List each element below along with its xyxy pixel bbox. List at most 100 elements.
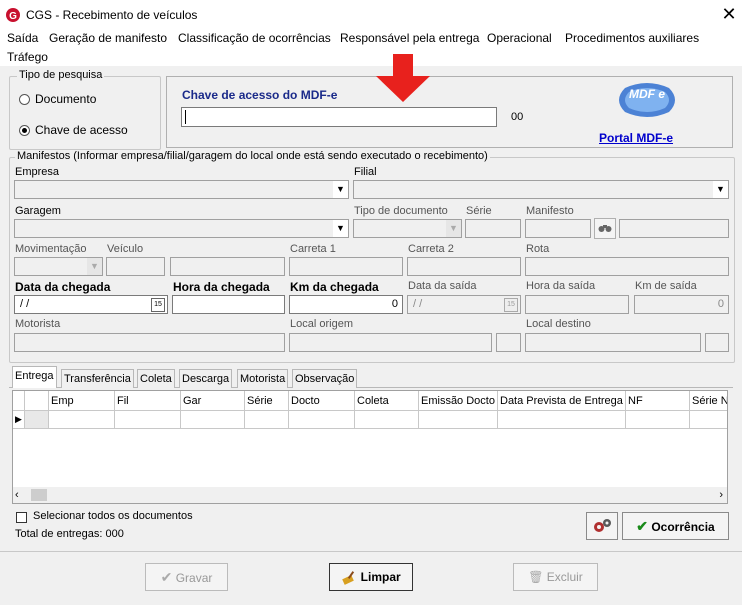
menu-saida[interactable]: Saída — [7, 31, 38, 45]
scroll-left-icon[interactable]: ‹ — [15, 487, 19, 503]
local-destino-label: Local destino — [526, 318, 591, 330]
menu-procedimentos-auxiliares[interactable]: Procedimentos auxiliares — [565, 31, 699, 45]
close-icon[interactable]: ✕ — [720, 4, 738, 24]
mdfe-key-input[interactable] — [181, 107, 497, 127]
portal-mdfe-link[interactable]: Portal MDF-e — [599, 131, 673, 145]
tab-coleta[interactable]: Coleta — [137, 369, 175, 388]
table-row-cell[interactable] — [289, 411, 355, 429]
km-chegada-value: 0 — [391, 298, 398, 310]
radio-chave-acesso[interactable] — [19, 125, 30, 136]
calendar-icon[interactable]: 15 — [504, 298, 518, 312]
rota-input[interactable] — [525, 257, 729, 276]
binoculars-search-icon[interactable] — [594, 218, 616, 239]
carreta2-label: Carreta 2 — [408, 243, 454, 255]
data-chegada-input[interactable]: / / 15 — [14, 295, 168, 314]
mdfe-key-counter: 00 — [511, 111, 524, 123]
menu-operacional[interactable]: Operacional — [487, 31, 552, 45]
hora-saida-input[interactable] — [525, 295, 629, 314]
limpar-button-label: Limpar — [360, 570, 401, 584]
table-row-cell[interactable] — [690, 411, 727, 429]
empresa-select[interactable]: ▼ — [14, 180, 349, 199]
mdfe-logo-text: MDF e — [629, 87, 665, 101]
check-icon: ✔ — [636, 518, 648, 534]
gravar-button[interactable]: ✔ Gravar — [145, 563, 228, 591]
column-header[interactable]: Docto — [289, 391, 355, 411]
hora-chegada-input[interactable] — [172, 295, 285, 314]
table-row-cell[interactable] — [25, 411, 49, 429]
movimentacao-select[interactable]: ▼ — [14, 257, 103, 276]
search-type-legend: Tipo de pesquisa — [17, 69, 105, 81]
veiculo-label: Veículo — [107, 243, 144, 255]
manifesto-input[interactable] — [525, 219, 591, 238]
garagem-label: Garagem — [15, 205, 61, 217]
km-chegada-input[interactable]: 0 — [289, 295, 403, 314]
column-header[interactable]: Série — [245, 391, 289, 411]
table-row-cell[interactable] — [115, 411, 181, 429]
rota-label: Rota — [526, 243, 550, 255]
table-row-cell[interactable] — [355, 411, 419, 429]
garagem-select[interactable]: ▼ — [14, 219, 349, 238]
data-saida-input[interactable]: / / 15 — [407, 295, 521, 314]
table-row-cell[interactable] — [245, 411, 289, 429]
excluir-button-label: Excluir — [546, 570, 583, 584]
column-header[interactable]: Emissão Docto — [419, 391, 498, 411]
data-saida-value: / / — [413, 298, 423, 310]
menu-responsavel-entrega[interactable]: Responsável pela entrega — [340, 31, 479, 45]
km-saida-input[interactable]: 0 — [634, 295, 729, 314]
local-origem-input[interactable] — [289, 333, 492, 352]
column-header[interactable]: Data Prevista de Entrega — [498, 391, 626, 411]
column-header[interactable]: Série N — [690, 391, 727, 411]
carreta1-input[interactable] — [289, 257, 403, 276]
gravar-button-label: Gravar — [175, 571, 213, 585]
ocorrencia-button[interactable]: ✔ Ocorrência — [622, 512, 729, 540]
check-icon: ✔ — [160, 569, 173, 585]
serie-input[interactable] — [465, 219, 521, 238]
carreta2-input[interactable] — [407, 257, 521, 276]
filial-select[interactable]: ▼ — [353, 180, 729, 199]
empresa-label: Empresa — [15, 166, 60, 178]
table-row-cell[interactable] — [181, 411, 245, 429]
column-header[interactable]: NF — [626, 391, 690, 411]
manifesto-extra-field[interactable] — [619, 219, 729, 238]
carreta1-label: Carreta 1 — [290, 243, 336, 255]
horizontal-scrollbar[interactable]: ‹ › — [13, 487, 727, 503]
tab-observacao[interactable]: Observação — [292, 369, 358, 388]
veiculo-input[interactable] — [106, 257, 165, 276]
tab-entrega[interactable]: Entrega — [12, 366, 57, 388]
settings-gears-icon[interactable] — [586, 512, 618, 540]
search-type-group — [9, 76, 161, 150]
table-row-cell[interactable] — [49, 411, 115, 429]
title-bar: G CGS - Recebimento de veículos ✕ — [0, 0, 742, 30]
scroll-thumb[interactable] — [31, 489, 47, 501]
chevron-down-icon: ▼ — [333, 181, 348, 198]
tab-motorista[interactable]: Motorista — [237, 369, 289, 388]
menu-trafego[interactable]: Tráfego — [7, 50, 48, 64]
limpar-button[interactable]: Limpar — [329, 563, 413, 591]
excluir-button[interactable]: 🗑 Excluir — [513, 563, 598, 591]
radio-documento[interactable] — [19, 94, 30, 105]
table-row-cell[interactable] — [626, 411, 690, 429]
tab-transferencia[interactable]: Transferência — [61, 369, 134, 388]
km-chegada-label: Km da chegada — [290, 280, 379, 294]
tab-descarga[interactable]: Descarga — [179, 369, 233, 388]
tipo-documento-select[interactable]: ▼ — [353, 219, 462, 238]
km-saida-label: Km de saída — [635, 280, 697, 292]
menu-bar: Saída Geração de manifesto Classificação… — [0, 30, 742, 66]
chevron-down-icon: ▼ — [446, 220, 461, 237]
chevron-down-icon: ▼ — [713, 181, 728, 198]
column-header[interactable]: Fil — [115, 391, 181, 411]
column-header[interactable]: Gar — [181, 391, 245, 411]
menu-geracao-manifesto[interactable]: Geração de manifesto — [49, 31, 167, 45]
scroll-right-icon[interactable]: › — [719, 487, 723, 503]
local-destino-input[interactable] — [525, 333, 701, 352]
motorista-input[interactable] — [14, 333, 285, 352]
column-header[interactable]: Coleta — [355, 391, 419, 411]
table-row-cell[interactable] — [498, 411, 626, 429]
select-all-checkbox[interactable] — [16, 512, 27, 523]
deliveries-grid[interactable]: Emp Fil Gar Série Docto Coleta Emissão D… — [12, 390, 728, 504]
menu-classificacao-ocorrencias[interactable]: Classificação de ocorrências — [178, 31, 331, 45]
calendar-icon[interactable]: 15 — [151, 298, 165, 312]
motorista-label: Motorista — [15, 318, 61, 330]
table-row-cell[interactable] — [419, 411, 498, 429]
column-header[interactable]: Emp — [49, 391, 115, 411]
